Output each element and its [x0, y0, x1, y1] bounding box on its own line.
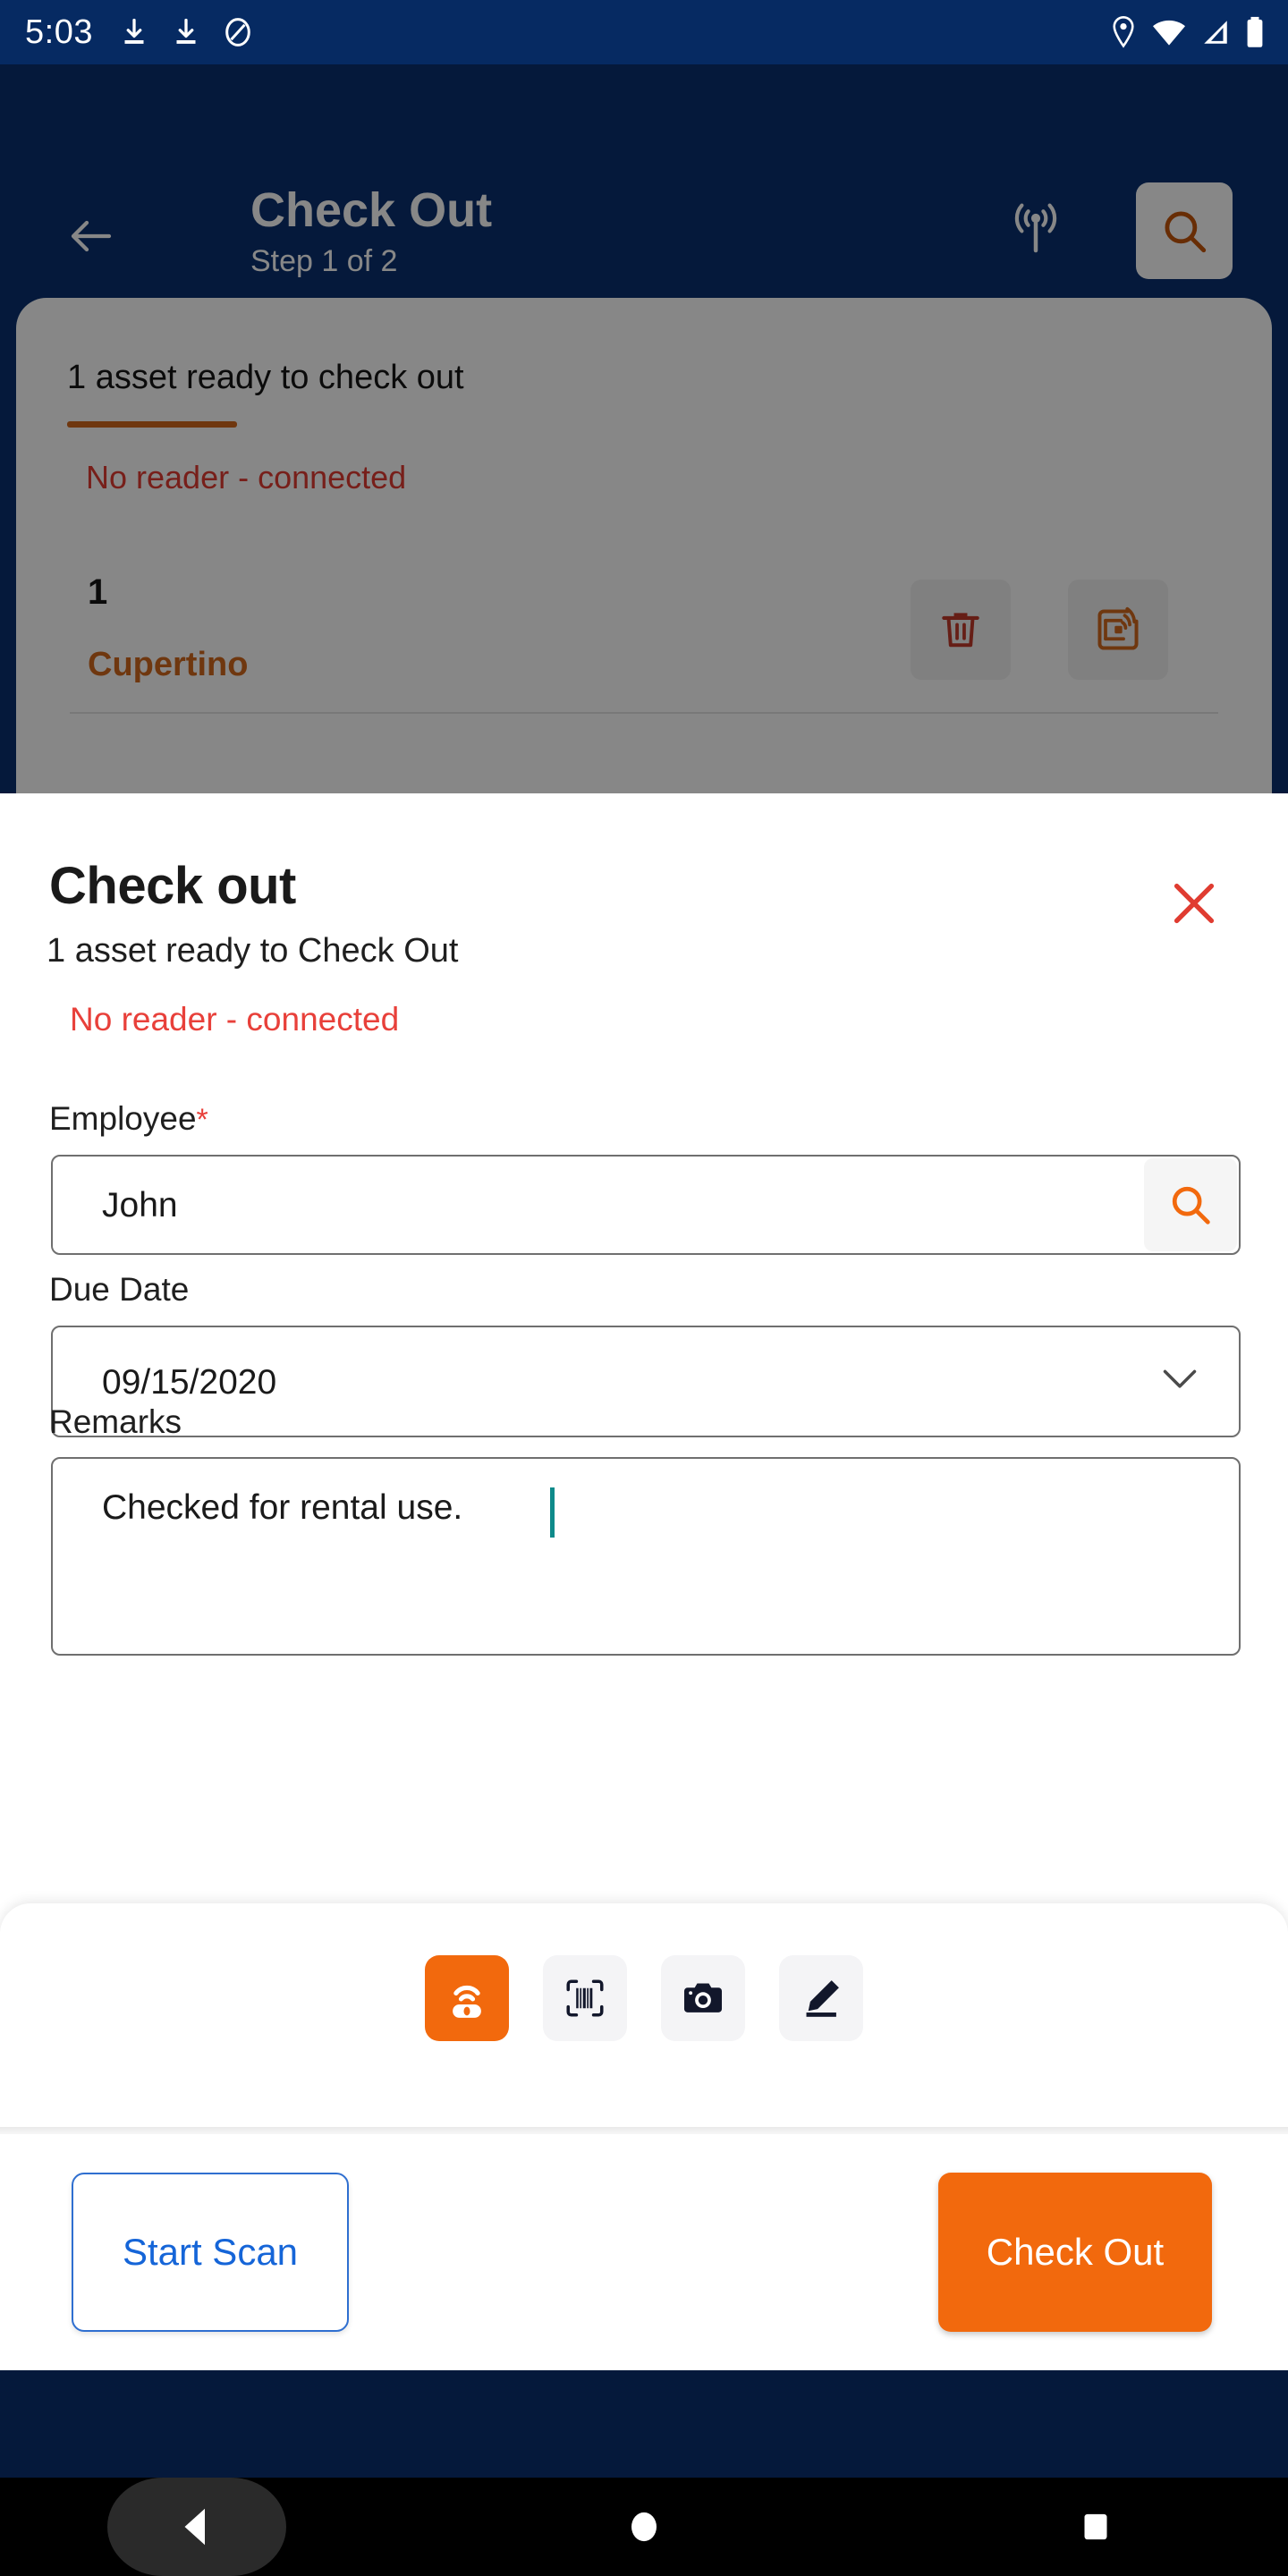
camera-icon [683, 1983, 723, 2012]
nav-home-button[interactable] [555, 2478, 733, 2576]
employee-label: Employee* [49, 1100, 208, 1138]
close-sheet-button[interactable] [1163, 872, 1225, 935]
scan-mode-manual-entry[interactable] [779, 1955, 863, 2041]
android-nav-bar [0, 2478, 1288, 2576]
sheet-action-bar: Start Scan Check Out [0, 2134, 1288, 2370]
employee-search-button[interactable] [1144, 1158, 1237, 1251]
status-bar: 5:03 [0, 0, 1288, 64]
sheet-divider [0, 2127, 1288, 2134]
remarks-field[interactable]: Checked for rental use. [51, 1457, 1241, 1656]
employee-label-text: Employee [49, 1100, 197, 1137]
scan-mode-rfid-reader[interactable] [425, 1955, 509, 2041]
remarks-value[interactable]: Checked for rental use. [102, 1488, 462, 1528]
status-bar-clock: 5:03 [25, 13, 93, 51]
scan-mode-barcode[interactable] [543, 1955, 627, 2041]
status-bar-system-icons [1109, 16, 1265, 48]
location-pin-icon [1113, 16, 1134, 48]
reader-status: No reader - connected [70, 1001, 400, 1038]
nav-recents-button[interactable] [1006, 2478, 1185, 2576]
wifi-icon [1153, 20, 1185, 46]
chevron-down-icon[interactable] [1160, 1366, 1199, 1397]
status-bar-notification-icons [118, 16, 254, 48]
square-recents-icon [1084, 2513, 1107, 2540]
text-cursor [550, 1487, 555, 1538]
check-out-bottom-sheet: Check out 1 asset ready to Check Out No … [0, 793, 1288, 2370]
due-date-value[interactable]: 09/15/2020 [102, 1363, 276, 1402]
cellular-signal-icon [1204, 21, 1227, 44]
search-icon [1172, 1186, 1210, 1224]
download-icon [176, 18, 196, 44]
due-date-field[interactable]: 09/15/2020 [51, 1326, 1241, 1437]
employee-field[interactable]: John [51, 1155, 1241, 1255]
start-scan-button[interactable]: Start Scan [72, 2173, 349, 2332]
check-out-button[interactable]: Check Out [938, 2173, 1212, 2332]
close-icon [1174, 883, 1215, 924]
circle-home-icon [631, 2512, 657, 2542]
scan-mode-list [0, 1955, 1288, 2041]
required-marker: * [196, 1103, 208, 1137]
nav-back-button[interactable] [107, 2478, 286, 2576]
battery-icon [1247, 16, 1263, 47]
sheet-subtitle: 1 asset ready to Check Out [47, 932, 459, 970]
scan-mode-panel [0, 1903, 1288, 2127]
employee-value[interactable]: John [102, 1186, 178, 1225]
barcode-scan-icon [566, 1979, 604, 2017]
remarks-label: Remarks [49, 1403, 182, 1440]
scan-mode-camera[interactable] [661, 1955, 745, 2041]
due-date-label: Due Date [49, 1271, 190, 1308]
pencil-icon [806, 1980, 839, 2017]
do-not-disturb-icon [225, 18, 250, 47]
rfid-reader-icon [453, 1985, 481, 2018]
sheet-title: Check out [49, 857, 296, 915]
triangle-back-icon [184, 2508, 205, 2546]
download-icon [124, 18, 144, 44]
sheet-scroll-area: Check out 1 asset ready to Check Out No … [0, 793, 1288, 1903]
